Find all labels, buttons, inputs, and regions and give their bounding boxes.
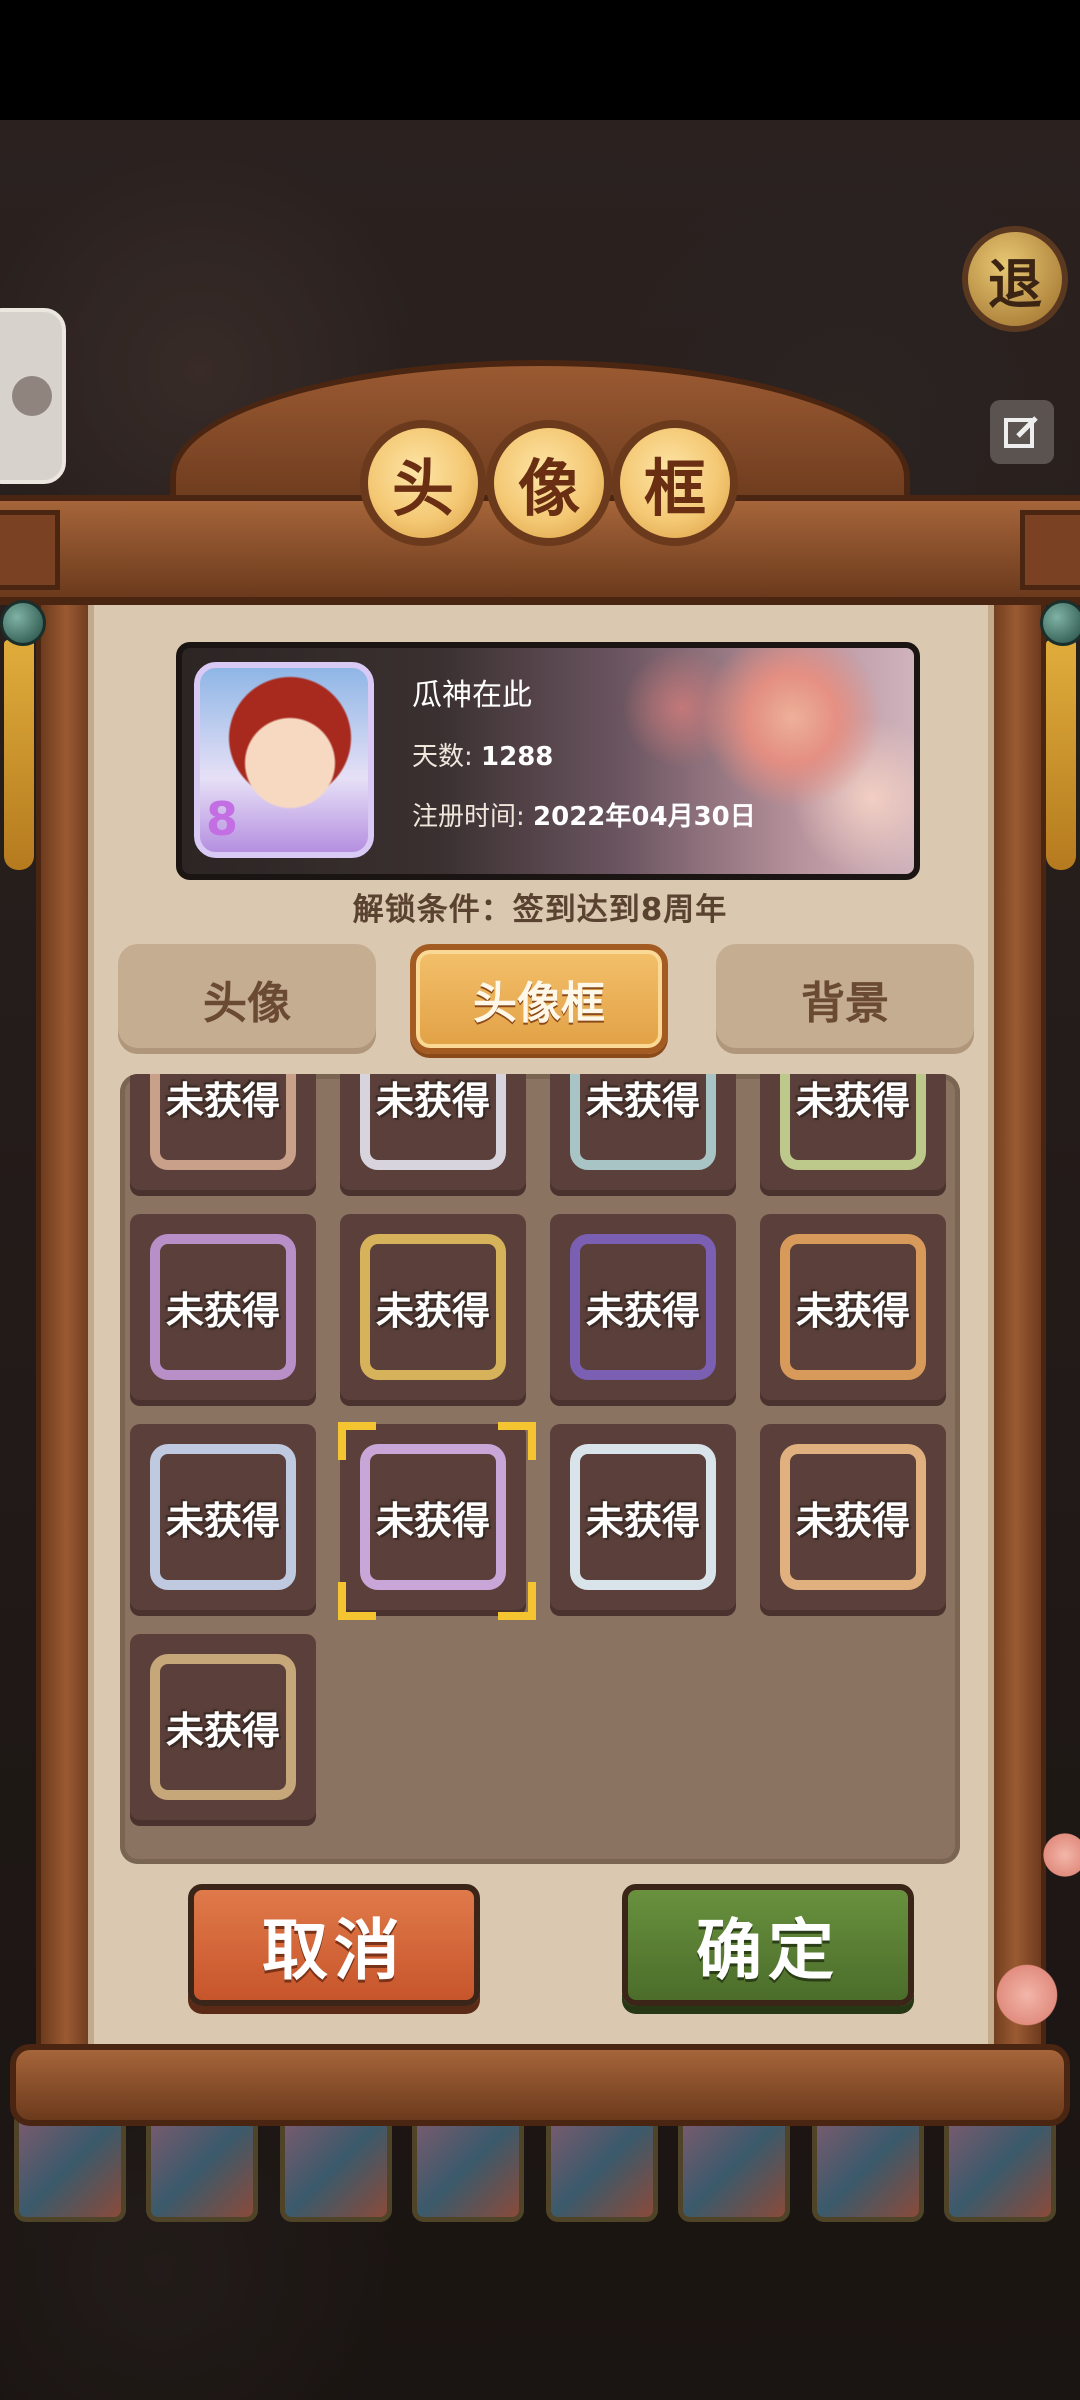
avatar-badge: 8 [206, 792, 239, 846]
beam-cap-left [0, 510, 60, 590]
tassel-left [4, 640, 34, 870]
bottom-thumbnail[interactable] [412, 2110, 524, 2222]
bottom-thumbnail[interactable] [546, 2110, 658, 2222]
frame-status-label: 未获得 [795, 1288, 910, 1333]
blossom-decoration [992, 1960, 1062, 2030]
frame-item[interactable]: 未获得 [760, 1074, 946, 1190]
frame-item[interactable]: 未获得 [760, 1214, 946, 1400]
selection-corner [498, 1422, 536, 1460]
frame-status-label: 未获得 [585, 1288, 700, 1333]
frame-item[interactable]: 未获得 [760, 1424, 946, 1610]
selection-corner [338, 1582, 376, 1620]
jade-orb-left [0, 600, 46, 646]
tassel-right [1046, 640, 1076, 870]
days-value: 1288 [481, 742, 554, 772]
exit-button[interactable]: 退 [962, 226, 1068, 332]
selection-corner [498, 1582, 536, 1620]
frame-status-label: 未获得 [165, 1498, 280, 1543]
frame-item[interactable]: 未获得 [338, 1422, 536, 1620]
exit-label: 退 [988, 252, 1042, 316]
beam-cap-right [1020, 510, 1080, 590]
confirm-button[interactable]: 确定 [622, 1884, 914, 2006]
days-label: 天数: [412, 742, 473, 772]
tab-avatar-frame[interactable]: 头像框 [410, 944, 668, 1054]
frame-status-label: 未获得 [375, 1288, 490, 1333]
reg-label: 注册时间: [412, 802, 525, 832]
player-registration: 注册时间: 2022年04月30日 [412, 796, 756, 833]
frame-base [10, 2044, 1070, 2126]
bottom-thumbnail-strip [0, 2110, 1080, 2230]
selection-corner [338, 1422, 376, 1460]
edit-icon[interactable] [990, 400, 1054, 464]
frame-item[interactable]: 未获得 [340, 1074, 526, 1190]
tab-background[interactable]: 背景 [716, 944, 974, 1054]
modal-title: 头 像 框 [360, 420, 740, 550]
frame-grid: 未获得 未获得 未获得 未获得 未获得 未获得 未获得 未获得 未获得 未获得 未获得 未获得 未获得 [120, 1074, 960, 1864]
profile-preview-card: 8 瓜神在此 天数: 1288 注册时间: 2022年04月30日 [176, 642, 920, 880]
unlock-condition: 解锁条件：签到达到8周年 [352, 892, 728, 928]
bottom-thumbnail[interactable] [280, 2110, 392, 2222]
frame-item[interactable]: 未获得 [550, 1214, 736, 1400]
bottom-thumbnail[interactable] [944, 2110, 1056, 2222]
card-background-art [622, 648, 914, 874]
frame-post-right [986, 590, 1046, 2060]
frame-post-left [36, 590, 96, 2060]
reg-value: 2022年04月30日 [533, 802, 756, 832]
bottom-thumbnail[interactable] [812, 2110, 924, 2222]
frame-item[interactable]: 未获得 [130, 1424, 316, 1610]
side-avatar-button[interactable] [0, 308, 66, 484]
frame-item[interactable]: 未获得 [550, 1074, 736, 1190]
frame-status-label: 未获得 [165, 1288, 280, 1333]
frame-status-label: 未获得 [375, 1078, 490, 1123]
bottom-thumbnail[interactable] [678, 2110, 790, 2222]
bottom-thumbnail[interactable] [14, 2110, 126, 2222]
status-bar [0, 0, 1080, 120]
frame-item[interactable]: 未获得 [130, 1214, 316, 1400]
frame-item[interactable]: 未获得 [130, 1634, 316, 1820]
frame-status-label: 未获得 [795, 1078, 910, 1123]
title-char: 框 [612, 420, 738, 546]
frame-status-label: 未获得 [165, 1708, 280, 1753]
cancel-button[interactable]: 取消 [188, 1884, 480, 2006]
frame-status-label: 未获得 [585, 1498, 700, 1543]
player-days: 天数: 1288 [412, 736, 553, 773]
tab-avatar[interactable]: 头像 [118, 944, 376, 1054]
frame-status-label: 未获得 [795, 1498, 910, 1543]
frame-item[interactable]: 未获得 [340, 1214, 526, 1400]
title-char: 像 [486, 420, 612, 546]
frame-status-label: 未获得 [165, 1078, 280, 1123]
frame-status-label: 未获得 [585, 1078, 700, 1123]
title-char: 头 [360, 420, 486, 546]
frame-item[interactable]: 未获得 [550, 1424, 736, 1610]
frame-item[interactable]: 未获得 [130, 1074, 316, 1190]
bottom-thumbnail[interactable] [146, 2110, 258, 2222]
player-avatar: 8 [194, 662, 374, 858]
side-avatar-icon [12, 376, 52, 416]
player-name: 瓜神在此 [412, 678, 532, 713]
jade-orb-right [1040, 600, 1080, 646]
